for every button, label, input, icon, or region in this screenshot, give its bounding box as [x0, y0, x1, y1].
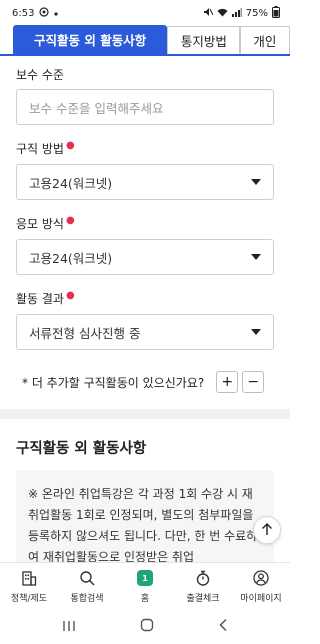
- notice-box: ※ 온라인 취업특강은 각 과정 1회 수강 시 재취업활동 1회로 인정되며,…: [16, 470, 274, 566]
- method-label: 구직 방법 ●: [16, 140, 75, 157]
- status-bar: 6:53 75%: [0, 0, 290, 27]
- screen: 6:53 75% 구직활동 외 활동사항 통지방법 개인 보수 수준 보수 수준…: [0, 0, 290, 644]
- add-more-text: * 더 추가할 구직활동이 있으신가요?: [22, 375, 205, 390]
- notification-icon: [39, 7, 50, 20]
- person-icon: [252, 569, 270, 587]
- home-icon: 1: [136, 569, 154, 587]
- arrow-up-icon: [261, 521, 273, 540]
- status-time: 6:53: [12, 8, 35, 19]
- system-nav-bar: [0, 608, 290, 644]
- tab-personal[interactable]: 개인: [240, 26, 290, 54]
- tab-notification-method[interactable]: 통지방법: [167, 26, 241, 54]
- nav-search[interactable]: 통합검색: [58, 563, 116, 608]
- tab-bar: 구직활동 외 활동사항 통지방법 개인: [0, 25, 290, 56]
- nav-search-label: 통합검색: [70, 594, 104, 604]
- dropdown-caret-icon: [251, 179, 261, 185]
- tab-other-activities[interactable]: 구직활동 외 활동사항: [13, 25, 168, 54]
- result-label-text: 활동 결과: [16, 292, 64, 306]
- salary-placeholder: 보수 수준을 입력해주세요: [29, 100, 164, 116]
- required-dot: ●: [65, 290, 75, 301]
- scroll-top-button[interactable]: [253, 516, 281, 544]
- nav-attendance[interactable]: 출결체크: [174, 563, 232, 608]
- nav-policy-label: 정책/제도: [10, 594, 48, 604]
- recent-apps-icon[interactable]: [62, 617, 76, 636]
- bottom-nav: 정책/제도 통합검색 1 홈 출결체크 마이페이지: [0, 562, 290, 608]
- result-select[interactable]: 서류전형 심사진행 중: [16, 314, 274, 350]
- notice-text: ※ 온라인 취업특강은 각 과정 1회 수강 시 재취업활동 1회로 인정되며,…: [28, 487, 258, 564]
- search-icon: [78, 569, 96, 587]
- dropdown-caret-icon: [251, 254, 261, 260]
- home-badge: 1: [137, 570, 153, 586]
- status-left: 6:53: [12, 7, 59, 20]
- home-button-icon[interactable]: [140, 617, 154, 636]
- nav-attendance-label: 출결체크: [186, 594, 220, 604]
- method-value: 고용24(워크넷): [29, 175, 113, 191]
- stopwatch-icon: [194, 569, 212, 587]
- building-icon: [20, 569, 38, 587]
- result-value: 서류전형 심사진행 중: [29, 325, 141, 341]
- section-title: 구직활동 외 활동사항: [16, 441, 147, 457]
- dropdown-caret-icon: [251, 329, 261, 335]
- battery-icon: [272, 6, 280, 21]
- method-select[interactable]: 고용24(워크넷): [16, 164, 274, 200]
- add-activity-button[interactable]: +: [216, 371, 239, 393]
- required-dot: ●: [65, 215, 75, 226]
- dot-icon: [54, 8, 59, 19]
- status-right: 75%: [203, 6, 280, 21]
- nav-policy[interactable]: 정책/제도: [0, 563, 58, 608]
- add-more-row: * 더 추가할 구직활동이 있으신가요? + −: [22, 371, 265, 393]
- apply-method-value: 고용24(워크넷): [29, 250, 113, 266]
- mute-icon: [203, 7, 214, 20]
- result-label: 활동 결과 ●: [16, 290, 75, 307]
- method-label-text: 구직 방법: [16, 142, 64, 156]
- section-divider: [0, 409, 290, 419]
- remove-activity-button[interactable]: −: [242, 371, 265, 393]
- apply-method-label-text: 응모 방식: [16, 217, 64, 231]
- signal-icon: [231, 7, 242, 20]
- salary-input[interactable]: 보수 수준을 입력해주세요: [16, 89, 274, 125]
- salary-label-text: 보수 수준: [16, 68, 64, 82]
- apply-method-label: 응모 방식 ●: [16, 215, 75, 232]
- nav-home-label: 홈: [140, 594, 150, 604]
- nav-mypage-label: 마이페이지: [240, 594, 282, 604]
- wifi-icon: [217, 8, 228, 20]
- nav-mypage[interactable]: 마이페이지: [232, 563, 290, 608]
- required-dot: ●: [65, 140, 75, 151]
- battery-level: 75%: [245, 8, 268, 19]
- apply-method-select[interactable]: 고용24(워크넷): [16, 239, 274, 275]
- back-icon[interactable]: [218, 617, 228, 636]
- salary-label: 보수 수준: [16, 66, 64, 83]
- nav-home[interactable]: 1 홈: [116, 563, 174, 608]
